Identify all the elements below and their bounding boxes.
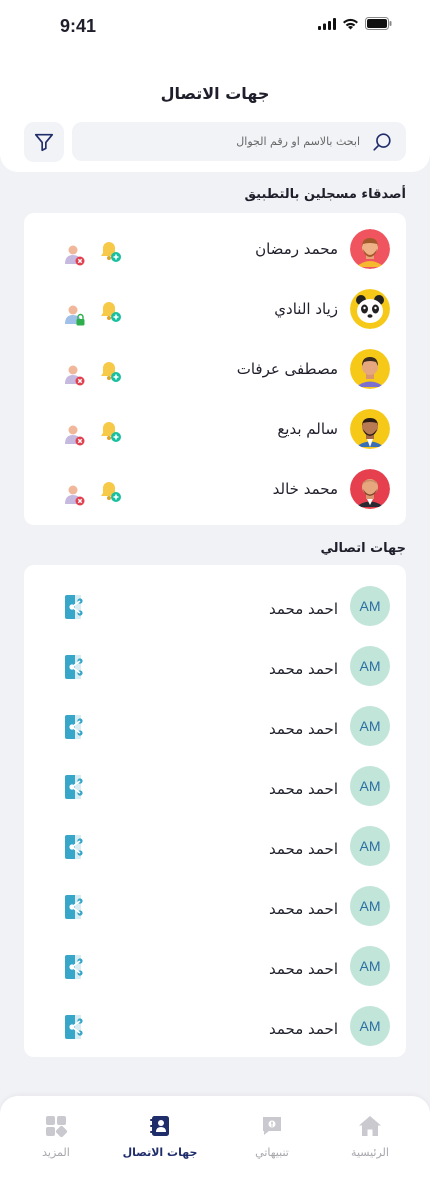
nav-home-label: الرئيسية xyxy=(351,1146,389,1159)
contact-name: احمد محمد xyxy=(268,960,338,978)
share-contact-icon[interactable] xyxy=(61,773,89,801)
contacts-section-title: جهات اتصالي xyxy=(320,541,406,556)
message-alert-icon xyxy=(263,1117,281,1135)
contacts-list: AM احمد محمد AM احمد محمد AM احمد محمد A… xyxy=(24,565,406,1057)
avatar xyxy=(350,469,390,509)
contact-name: محمد رمضان xyxy=(255,240,338,258)
list-item[interactable]: AM احمد محمد xyxy=(24,751,406,811)
user-remove-icon[interactable] xyxy=(61,361,89,389)
nav-more[interactable]: المزيد xyxy=(11,1114,101,1159)
contact-book-icon xyxy=(150,1116,169,1136)
nav-home[interactable]: الرئيسية xyxy=(325,1114,415,1159)
list-item[interactable]: مصطفى عرفات xyxy=(24,339,406,399)
status-time: 9:41 xyxy=(60,16,97,36)
share-contact-icon[interactable] xyxy=(61,713,89,741)
avatar xyxy=(350,409,390,449)
bell-add-icon[interactable] xyxy=(96,477,124,505)
filter-button[interactable] xyxy=(24,122,64,162)
top-header: 9:41 جهات الاتصال xyxy=(0,0,430,172)
bell-add-icon[interactable] xyxy=(96,417,124,445)
filter-icon xyxy=(34,133,54,152)
avatar xyxy=(350,349,390,389)
avatar xyxy=(350,289,390,329)
initials-avatar: AM xyxy=(350,586,390,626)
registered-list: محمد رمضان زياد النادي مصطفى عرفات سالم … xyxy=(24,213,406,525)
avatar xyxy=(350,229,390,269)
user-lock-icon[interactable] xyxy=(61,301,89,329)
list-item[interactable]: AM احمد محمد xyxy=(24,571,406,631)
initials-avatar: AM xyxy=(350,946,390,986)
grid-menu-icon xyxy=(46,1116,68,1138)
nav-contacts[interactable]: جهات الاتصال xyxy=(115,1114,205,1159)
contact-name: احمد محمد xyxy=(268,780,338,798)
nav-contacts-label: جهات الاتصال xyxy=(122,1146,198,1159)
list-item[interactable]: AM احمد محمد xyxy=(24,631,406,691)
home-icon xyxy=(359,1116,381,1136)
contact-name: زياد النادي xyxy=(274,300,338,318)
list-item[interactable]: AM احمد محمد xyxy=(24,871,406,931)
user-remove-icon[interactable] xyxy=(61,241,89,269)
wifi-icon xyxy=(343,18,358,29)
list-item[interactable]: سالم بديع xyxy=(24,399,406,459)
share-contact-icon[interactable] xyxy=(61,653,89,681)
initials-avatar: AM xyxy=(350,646,390,686)
signal-icon xyxy=(318,17,336,30)
contact-name: محمد خالد xyxy=(272,480,338,498)
page-title: جهات الاتصال xyxy=(160,84,270,103)
contact-name: احمد محمد xyxy=(268,900,338,918)
bell-add-icon[interactable] xyxy=(96,297,124,325)
share-contact-icon[interactable] xyxy=(61,1013,89,1041)
battery-icon xyxy=(365,17,392,30)
list-item[interactable]: AM احمد محمد xyxy=(24,691,406,751)
initials-avatar: AM xyxy=(350,886,390,926)
list-item[interactable]: AM احمد محمد xyxy=(24,931,406,991)
list-item[interactable]: AM احمد محمد xyxy=(24,991,406,1051)
contact-name: احمد محمد xyxy=(268,720,338,738)
contact-name: سالم بديع xyxy=(277,420,338,438)
nav-alerts[interactable]: تنبيهاتي xyxy=(227,1114,317,1159)
share-contact-icon[interactable] xyxy=(61,833,89,861)
nav-alerts-label: تنبيهاتي xyxy=(255,1146,289,1159)
contact-name: احمد محمد xyxy=(268,1020,338,1038)
list-item[interactable]: زياد النادي xyxy=(24,279,406,339)
registered-section-title: أصدقاء مسجلين بالتطبيق xyxy=(244,187,406,202)
search-bar xyxy=(72,122,406,161)
share-contact-icon[interactable] xyxy=(61,593,89,621)
bell-add-icon[interactable] xyxy=(96,357,124,385)
initials-avatar: AM xyxy=(350,706,390,746)
initials-avatar: AM xyxy=(350,766,390,806)
initials-avatar: AM xyxy=(350,826,390,866)
bottom-nav: الرئيسية تنبيهاتي جهات الاتصال المزيد xyxy=(0,1096,430,1177)
nav-more-label: المزيد xyxy=(42,1146,70,1159)
list-item[interactable]: محمد خالد xyxy=(24,459,406,519)
initials-avatar: AM xyxy=(350,1006,390,1046)
contact-name: احمد محمد xyxy=(268,600,338,618)
bell-add-icon[interactable] xyxy=(96,237,124,265)
contact-name: احمد محمد xyxy=(268,840,338,858)
share-contact-icon[interactable] xyxy=(61,953,89,981)
status-icons xyxy=(318,17,392,30)
user-remove-icon[interactable] xyxy=(61,421,89,449)
share-contact-icon[interactable] xyxy=(61,893,89,921)
user-remove-icon[interactable] xyxy=(61,481,89,509)
list-item[interactable]: AM احمد محمد xyxy=(24,811,406,871)
contact-name: احمد محمد xyxy=(268,660,338,678)
list-item[interactable]: محمد رمضان xyxy=(24,219,406,279)
contact-name: مصطفى عرفات xyxy=(236,360,338,378)
search-icon[interactable] xyxy=(370,130,394,154)
search-input[interactable] xyxy=(100,135,360,148)
